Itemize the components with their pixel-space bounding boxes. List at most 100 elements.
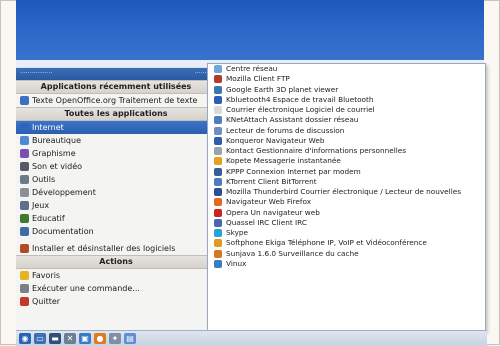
recent-apps-list: Texte OpenOffice.org Traitement de texte [16,94,216,107]
category-label: Educatif [32,214,65,223]
skype-icon [214,229,222,238]
netattach-icon [214,116,222,125]
submenu-item-label: Kbluetooth4 Espace de travail Bluetooth [226,94,374,104]
submenu-item-courrier-electronique-logiciel-de-courriel[interactable]: Courrier électronique Logiciel de courri… [208,105,485,115]
category-label: Son et vidéo [32,162,83,171]
opera-icon [214,208,222,217]
submenu-item-centre-reseau[interactable]: Centre réseau [208,64,485,74]
tools-icon [20,175,29,184]
category-jeux[interactable]: Jeux▸ [16,199,216,212]
firefox-icon [214,198,222,207]
category-label: Jeux [32,201,50,210]
menu-title-bar: ················· ········· [16,68,216,80]
submenu-item-kppp-connexion-internet-par-modem[interactable]: KPPP Connexion Internet par modem [208,167,485,177]
vinux-icon [214,259,222,268]
menu-title-left: ················· [20,70,53,77]
action-executer-une-commande[interactable]: Exécuter une commande... [16,282,216,295]
show-desktop-button[interactable]: ▭ [34,333,46,344]
install-icon [20,244,29,253]
category-label: Graphisme [32,149,76,158]
internet-icon [20,123,29,132]
submenu-item-opera-un-navigateur-web[interactable]: Opera Un navigateur web [208,208,485,218]
category-developpement[interactable]: Développement▸ [16,186,216,199]
submenu-item-navigateur-web-firefox[interactable]: Navigateur Web Firefox [208,197,485,207]
submenu-item-kontact-gestionnaire-d-informations-personnelles[interactable]: Kontact Gestionnaire d'informations pers… [208,146,485,156]
internet-submenu: Centre réseau Mozilla Client FTP Google Ea… [207,63,486,332]
games-icon [20,201,29,210]
mail-icon [214,106,222,115]
graphics-icon [20,149,29,158]
office-icon [20,136,29,145]
recent-apps-header: Applications récemment utilisées [16,80,216,94]
install-software-item[interactable]: Installer et désinstaller des logiciels [16,242,216,255]
category-internet[interactable]: Internet▸ [16,121,216,134]
submenu-item-label: Navigateur Web Firefox [226,197,312,207]
submenu-item-kbluetooth4-espace-de-travail-bluetooth[interactable]: Kbluetooth4 Espace de travail Bluetooth [208,95,485,105]
desktop-background [16,0,484,60]
google-earth-icon [214,85,222,94]
kppp-icon [214,167,222,176]
submenu-item-label: Quassel IRC Client IRC [226,217,307,227]
category-bureautique[interactable]: Bureautique▸ [16,134,216,147]
submenu-item-kopete-messagerie-instantanee[interactable]: Kopete Messagerie instantanée [208,156,485,166]
submenu-item-softphone-ekiga-telephone-ip-voip-et-videoconference[interactable]: Softphone Ekiga Téléphone IP, VoIP et Vi… [208,238,485,248]
apps-button[interactable]: ▣ [79,333,91,344]
submenu-item-ktorrent-client-bittorrent[interactable]: KTorrent Client BitTorrent [208,177,485,187]
category-label: Documentation [32,227,94,236]
files-button[interactable]: ▤ [124,333,136,344]
submenu-item-konqueror-navigateur-web[interactable]: Konqueror Navigateur Web [208,136,485,146]
submenu-item-label: Kontact Gestionnaire d'informations pers… [226,146,407,155]
submenu-item-skype[interactable]: Skype [208,228,485,238]
submenu-item-label: Kopete Messagerie instantanée [226,156,341,166]
submenu-item-label: Skype [226,228,249,237]
action-quitter[interactable]: Quitter [16,295,216,308]
recent-item-label: Texte OpenOffice.org Traitement de texte [32,96,198,105]
education-icon [20,214,29,223]
run-icon [20,284,29,293]
ekiga-icon [214,239,222,248]
internet-apps-list: Centre réseau Mozilla Client FTP Google Ea… [208,64,485,269]
category-documentation[interactable]: Documentation▸ [16,225,216,238]
submenu-item-label: Google Earth 3D planet viewer [226,84,339,94]
submenu-item-quassel-irc-client-irc[interactable]: Quassel IRC Client IRC [208,218,485,228]
category-educatif[interactable]: Educatif▸ [16,212,216,225]
submenu-item-mozilla-thunderbird-courrier-electronique-lecteur-de-nouvelles[interactable]: Mozilla Thunderbird Courrier électroniqu… [208,187,485,197]
firefox-button[interactable]: ● [94,333,106,344]
submenu-item-label: Vinux [226,258,247,268]
submenu-item-google-earth-3d-planet-viewer[interactable]: Google Earth 3D planet viewer [208,85,485,95]
bluetooth-icon [214,95,222,104]
submenu-item-label: Opera Un navigateur web [226,207,320,217]
submenu-item-knetattach-assistant-dossier-reseau[interactable]: KNetAttach Assistant dossier réseau [208,115,485,125]
java-icon [214,249,222,258]
terminal-button[interactable]: ▬ [49,333,61,344]
category-label: Internet [32,123,64,132]
tools-button[interactable]: ✕ [64,333,76,344]
settings-button[interactable]: ✦ [109,333,121,344]
category-graphisme[interactable]: Graphisme▸ [16,147,216,160]
start-menu-button[interactable]: ◉ [19,333,31,344]
kopete-icon [214,157,222,166]
actions-list: Favoris▸ Exécuter une commande... Quitter [16,269,216,308]
category-son-et-video[interactable]: Son et vidéo▸ [16,160,216,173]
submenu-item-label: Softphone Ekiga Téléphone IP, VoIP et Vi… [226,238,427,248]
submenu-item-sunjava-1-6-0-surveillance-du-cache[interactable]: Sunjava 1.6.0 Surveillance du cache [208,249,485,259]
network-center-icon [214,65,222,74]
category-outils[interactable]: Outils▸ [16,173,216,186]
submenu-item-label: KTorrent Client BitTorrent [226,176,317,186]
submenu-item-mozilla-client-ftp[interactable]: Mozilla Client FTP [208,74,485,84]
action-label: Quitter [32,297,61,306]
submenu-item-lecteur-de-forums-de-discussion[interactable]: Lecteur de forums de discussion [208,126,485,136]
actions-header: Actions [16,255,216,269]
documentation-icon [20,227,29,236]
submenu-item-label: Courrier électronique Logiciel de courri… [226,105,375,114]
development-icon [20,188,29,197]
writer-icon [20,96,29,105]
submenu-item-label: KNetAttach Assistant dossier réseau [226,115,359,125]
action-favoris[interactable]: Favoris▸ [16,269,216,282]
submenu-item-label: Mozilla Thunderbird Courrier électroniqu… [226,187,462,196]
news-icon [214,126,222,135]
submenu-item-label: Konqueror Navigateur Web [226,135,325,145]
submenu-item-vinux[interactable]: Vinux [208,259,485,269]
ftp-icon [214,75,222,84]
recent-item-texte-openoffice-org-traitement-de-texte[interactable]: Texte OpenOffice.org Traitement de texte [16,94,216,107]
